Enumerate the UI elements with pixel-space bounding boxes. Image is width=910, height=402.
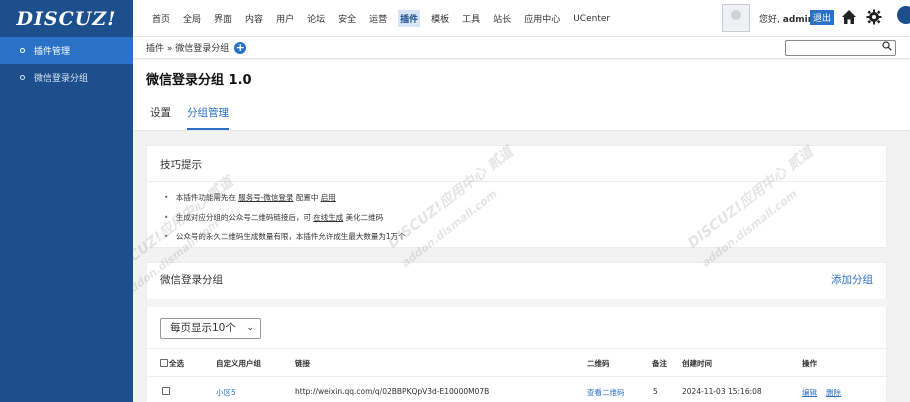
nav-item-safe[interactable]: 安全 [336,10,358,27]
discuz-logo[interactable]: DISCUZ! [0,0,133,37]
nav-item-template[interactable]: 模板 [429,10,451,27]
nav-item-home[interactable]: 首页 [150,10,172,27]
column-header: 全选 [169,359,184,368]
tab-settings[interactable]: 设置 [150,105,171,128]
bullet-icon [20,75,25,80]
greeting-prefix: 您好, [759,15,780,25]
row-qrcode-link[interactable]: 查看二维码 [587,387,625,398]
column-header: 自定义用户组 [216,359,261,368]
per-page-value: 每页显示10个 [170,322,236,334]
groups-title: 微信登录分组 [160,274,223,286]
bullet-icon [20,48,25,53]
tip-item: 生成对应分组的公众号二维码链接后，可 在线生成 美化二维码 [164,212,383,223]
nav-item-global[interactable]: 全局 [181,10,203,27]
tip-link[interactable]: 服务号-微信登录 [238,193,293,202]
tip-text: 美化二维码 [345,213,384,222]
nav-item-style[interactable]: 界面 [212,10,234,27]
chevron-down-icon: ⌄ [246,323,254,333]
checkbox[interactable] [162,387,170,395]
plus-icon[interactable]: + [234,41,247,54]
nav-item-tools[interactable]: 工具 [460,10,482,27]
tip-item: 本插件功能需先在 服务号-微信登录 配置中 启用 [164,192,336,203]
nav-item-extended[interactable]: 运营 [367,10,389,27]
column-header: 链接 [295,359,310,368]
sidebar-item-plugin-manage[interactable]: 插件管理 [0,37,133,64]
greeting: 您好, admin [759,12,814,25]
logout-button[interactable]: 退出 [810,10,835,25]
divider [147,181,888,182]
gear-icon[interactable] [865,9,883,27]
edit-link[interactable]: 编辑 [802,387,817,398]
home-icon[interactable] [840,9,858,27]
tips-card: 技巧提示 本插件功能需先在 服务号-微信登录 配置中 启用 生成对应分组的公众号… [146,145,888,248]
nav-item-user[interactable]: 用户 [274,10,296,27]
select-all-checkbox[interactable] [160,359,168,367]
tips-title: 技巧提示 [160,159,202,171]
tip-text: 本插件功能需先在 [175,193,236,202]
page-title: 微信登录分组 1.0 [146,73,252,88]
tip-text: 配置中 [295,193,319,202]
add-group-button[interactable]: 添加分组 [831,272,873,287]
select-all[interactable]: 全选 [160,358,184,369]
row-link: http://weixin.qq.com/q/02BBPKQpV3d-E1000… [295,387,490,396]
avatar[interactable] [722,4,750,32]
row-note: 5 [653,387,658,396]
nav-item-plugin[interactable]: 插件 [398,10,421,27]
tip-text: 公众号的永久二维码生成数量有限，本插件允许成生最大数量为1万个 [175,232,406,241]
search-input[interactable] [786,41,876,55]
top-bar: DISCUZ! 首页 全局 界面 内容 用户 论坛 安全 运营 插件 模板 工具… [0,0,910,37]
nav-item-ucenter[interactable]: UCenter [571,12,612,26]
top-nav: 首页 全局 界面 内容 用户 论坛 安全 运营 插件 模板 工具 站长 应用中心… [150,0,621,37]
column-header: 备注 [652,359,667,368]
sidebar-item-label: 插件管理 [34,47,71,57]
search-box[interactable] [785,40,896,56]
divider [147,299,888,307]
breadcrumb: 插件 » 微信登录分组 + [133,37,910,59]
row-checkbox[interactable] [162,387,171,396]
row-group[interactable]: 小区5 [216,387,236,398]
column-header: 二维码 [587,359,610,368]
tip-item: 公众号的永久二维码生成数量有限，本插件允许成生最大数量为1万个 [164,231,406,242]
sidebar-item-wechat-group[interactable]: 微信登录分组 [0,64,133,91]
plugin-header: 微信登录分组 1.0 设置 分组管理 [133,60,910,131]
table-header: 全选 自定义用户组 链接 二维码 备注 创建时间 操作 [147,348,888,377]
per-page-select[interactable]: 每页显示10个 ⌄ [160,318,261,339]
sidebar-item-label: 微信登录分组 [34,74,89,84]
moon-icon[interactable] [897,6,910,24]
tip-link[interactable]: 在线生成 [313,213,343,222]
nav-item-founder[interactable]: 站长 [491,10,513,27]
main-content: 插件 » 微信登录分组 + 微信登录分组 1.0 设置 分组管理 技巧提示 本插… [133,37,910,402]
breadcrumb-text: 插件 » 微信登录分组 [146,44,230,54]
column-header: 创建时间 [682,359,712,368]
nav-item-content[interactable]: 内容 [243,10,265,27]
nav-item-forum[interactable]: 论坛 [305,10,327,27]
tab-group-manage[interactable]: 分组管理 [187,105,229,130]
nav-item-cloudaddons[interactable]: 应用中心 [522,10,562,27]
row-created: 2024-11-03 15:16:08 [682,387,762,396]
column-header: 操作 [802,359,817,368]
sidebar: 插件管理 微信登录分组 [0,37,133,402]
tip-text: 生成对应分组的公众号二维码链接后，可 [175,213,311,222]
search-icon[interactable] [882,41,892,54]
tip-link[interactable]: 启用 [321,193,336,202]
groups-card: 微信登录分组 添加分组 每页显示10个 ⌄ 全选 自定义用户组 链接 二维码 备… [146,262,888,402]
delete-link[interactable]: 删除 [826,387,841,398]
